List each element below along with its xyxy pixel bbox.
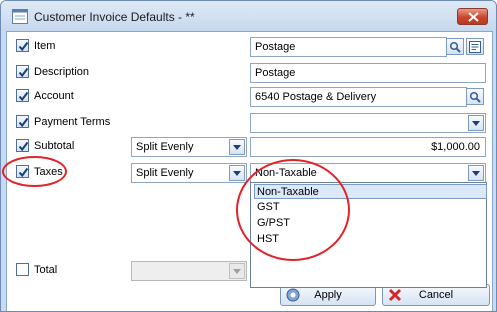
- cancel-x-icon: [388, 288, 402, 302]
- tax-option-hst[interactable]: HST: [255, 232, 279, 247]
- dropdown-arrow-icon: [472, 171, 480, 176]
- checkmark-icon: [18, 117, 29, 128]
- tax-code-dropdown-list: Non-Taxable GST G/PST HST: [250, 182, 487, 288]
- description-label: Description: [34, 66, 90, 78]
- account-checkbox[interactable]: [16, 89, 29, 102]
- item-search-button[interactable]: [446, 38, 464, 55]
- close-button[interactable]: [457, 8, 488, 25]
- taxes-label: Taxes: [34, 166, 63, 178]
- dropdown-arrow-icon: [233, 171, 241, 176]
- magnifier-icon: [469, 91, 481, 103]
- account-field[interactable]: 6540 Postage & Delivery: [250, 87, 467, 107]
- checkmark-icon: [18, 167, 29, 178]
- dropdown-arrow-icon: [233, 145, 241, 150]
- checkmark-icon: [18, 141, 29, 152]
- window-title: Customer Invoice Defaults - **: [34, 10, 195, 24]
- subtotal-label: Subtotal: [34, 140, 75, 152]
- payment-terms-dropdown-button[interactable]: [468, 115, 484, 131]
- cancel-label: Cancel: [418, 289, 454, 301]
- apply-label: Apply: [314, 289, 342, 301]
- app-icon: [12, 9, 28, 24]
- taxes-checkbox[interactable]: [16, 165, 29, 178]
- checkmark-icon: [18, 91, 29, 102]
- tax-code-dropdown-button[interactable]: [468, 165, 484, 181]
- subtotal-checkbox[interactable]: [16, 139, 29, 152]
- tax-option-gpst[interactable]: G/PST: [255, 216, 290, 231]
- item-field[interactable]: Postage: [250, 37, 447, 57]
- list-details-icon: [469, 41, 481, 53]
- checkmark-icon: [18, 41, 29, 52]
- payment-terms-select[interactable]: [250, 113, 486, 133]
- invoice-defaults-window: Customer Invoice Defaults - ** Item Post…: [0, 0, 497, 312]
- item-label: Item: [34, 40, 56, 52]
- subtotal-amount-field[interactable]: $1,000.00: [250, 137, 486, 157]
- description-field[interactable]: Postage: [250, 63, 486, 83]
- dropdown-arrow-icon: [472, 121, 480, 126]
- magnifier-icon: [449, 41, 461, 53]
- item-details-button[interactable]: [466, 38, 484, 55]
- title-bar[interactable]: Customer Invoice Defaults - **: [1, 1, 496, 31]
- tax-option-gst[interactable]: GST: [255, 200, 280, 215]
- payment-terms-checkbox[interactable]: [16, 115, 29, 128]
- form-area: Item Postage Description Postage Account…: [6, 31, 493, 311]
- dropdown-arrow-icon: [233, 269, 241, 274]
- taxes-method-dropdown-button[interactable]: [229, 165, 245, 181]
- item-checkbox[interactable]: [16, 39, 29, 52]
- tax-code-select[interactable]: Non-Taxable: [250, 163, 486, 183]
- description-checkbox[interactable]: [16, 65, 29, 78]
- total-label: Total: [34, 264, 58, 276]
- close-icon: [468, 12, 479, 22]
- total-checkbox[interactable]: [16, 263, 29, 276]
- tax-option-non-taxable[interactable]: Non-Taxable: [254, 184, 487, 199]
- total-method-dropdown-button: [229, 263, 245, 279]
- account-search-button[interactable]: [466, 88, 484, 105]
- account-label: Account: [34, 90, 74, 102]
- subtotal-method-dropdown-button[interactable]: [229, 139, 245, 155]
- apply-icon: [286, 288, 300, 302]
- checkmark-icon: [18, 67, 29, 78]
- payment-terms-label: Payment Terms: [34, 116, 111, 128]
